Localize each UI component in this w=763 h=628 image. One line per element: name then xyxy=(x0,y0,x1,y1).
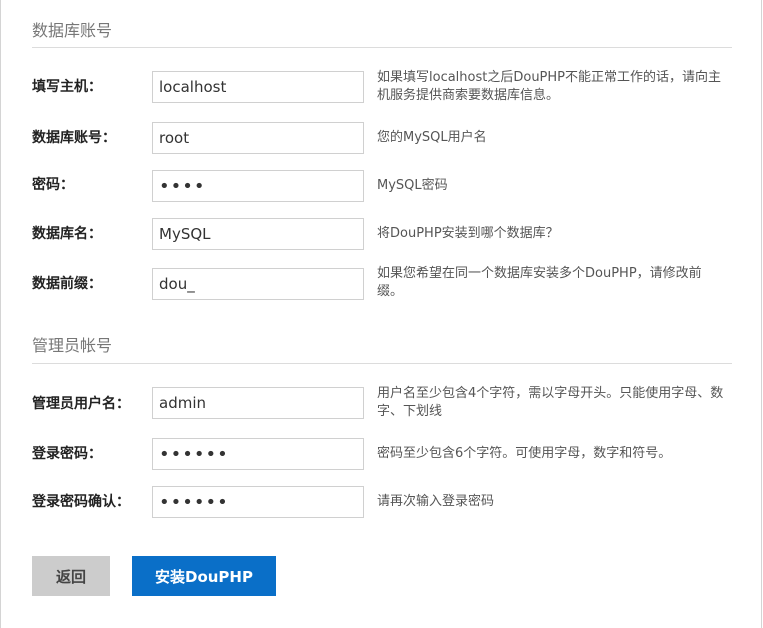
host-label: 填写主机： xyxy=(32,79,102,95)
admin-section-divider xyxy=(32,363,732,364)
db-user-label: 数据库账号： xyxy=(32,130,116,146)
confirm-password-label: 登录密码确认： xyxy=(32,494,130,510)
db-name-input[interactable] xyxy=(152,218,364,250)
db-user-help: 您的MySQL用户名 xyxy=(377,130,487,145)
confirm-password-input[interactable] xyxy=(152,486,364,518)
confirm-password-help: 请再次输入登录密码 xyxy=(377,494,495,509)
db-password-help: MySQL密码 xyxy=(377,178,448,193)
host-help: 如果填写localhost之后DouPHP不能正常工作的话，请向主机服务提供商索… xyxy=(377,70,722,103)
install-button[interactable]: 安装DouPHP xyxy=(132,556,276,596)
admin-username-label: 管理员用户名： xyxy=(32,396,130,412)
login-password-label: 登录密码： xyxy=(32,446,102,462)
db-password-label: 密码： xyxy=(32,177,74,193)
db-name-help: 将DouPHP安装到哪个数据库？ xyxy=(377,226,559,241)
db-prefix-help: 如果您希望在同一个数据库安装多个DouPHP，请修改前缀。 xyxy=(377,266,702,299)
admin-section-title: 管理员帐号 xyxy=(32,336,113,355)
admin-username-help: 用户名至少包含4个字符，需以字母开头。只能使用字母、数字、下划线 xyxy=(377,386,724,419)
admin-username-input[interactable] xyxy=(152,387,364,419)
db-section-divider xyxy=(32,47,732,48)
install-form-panel: 数据库账号 填写主机： 如果填写localhost之后DouPHP不能正常工作的… xyxy=(0,0,762,628)
db-password-input[interactable] xyxy=(152,170,364,202)
login-password-help: 密码至少包含6个字符。可使用字母，数字和符号。 xyxy=(377,446,672,461)
db-prefix-input[interactable] xyxy=(152,268,364,300)
db-user-input[interactable] xyxy=(152,122,364,154)
login-password-input[interactable] xyxy=(152,438,364,470)
back-button[interactable]: 返回 xyxy=(32,556,110,596)
db-section-title: 数据库账号 xyxy=(32,21,113,40)
db-name-label: 数据库名： xyxy=(32,226,102,242)
host-input[interactable] xyxy=(152,71,364,103)
db-prefix-label: 数据前缀： xyxy=(32,276,102,292)
